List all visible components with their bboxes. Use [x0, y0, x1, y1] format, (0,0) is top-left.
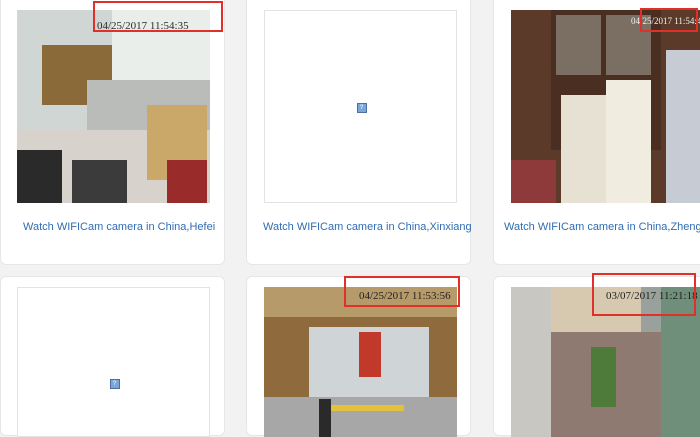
camera-card-hefei[interactable]: 04/25/2017 11:54:35 Watch WIFICam camera… [0, 0, 225, 265]
camera-card[interactable]: ? [0, 276, 225, 437]
wall [511, 287, 551, 437]
camera-link-hefei[interactable]: Watch WIFICam camera in China,Hefei [23, 221, 215, 233]
person [319, 399, 331, 437]
camera-link-zhengzhou[interactable]: Watch WIFICam camera in China,Zhengzhou [504, 221, 700, 233]
bookcase-glass [556, 15, 601, 75]
office-cabinet [17, 150, 62, 203]
shop-sign [359, 332, 381, 377]
timestamp-highlight [93, 1, 223, 32]
yellow-floor-marking [324, 405, 404, 411]
camera-card-xinxiang[interactable]: ? Watch WIFICam camera in China,Xinxiang [246, 0, 472, 265]
camera-thumbnail[interactable]: ? [264, 10, 457, 203]
camera-card-zhengzhou[interactable]: 04/25/2017 11:54:42 Watch WIFICam camera… [493, 0, 700, 265]
camera-thumbnail[interactable]: 04/25/2017 11:54:35 [17, 10, 210, 203]
camera-link-xinxiang[interactable]: Watch WIFICam camera in China,Xinxiang [263, 221, 472, 233]
floor [264, 397, 457, 437]
timestamp-highlight [344, 276, 460, 307]
plant [591, 347, 616, 407]
camera-thumbnail[interactable]: 04/25/2017 11:53:56 [264, 287, 457, 437]
camera-thumbnail[interactable]: ? [17, 287, 210, 437]
timestamp-highlight [592, 273, 696, 316]
window-light [666, 50, 700, 203]
camera-thumbnail[interactable]: 04/25/2017 11:54:42 [511, 10, 700, 203]
timestamp-highlight [640, 8, 698, 32]
office-chair [167, 160, 207, 203]
red-chair [511, 160, 556, 203]
book-stack [606, 80, 651, 203]
broken-image-icon: ? [109, 379, 120, 389]
broken-image-icon: ? [356, 102, 367, 113]
camera-grid: 04/25/2017 11:54:35 Watch WIFICam camera… [0, 0, 700, 437]
office-machine [72, 160, 127, 203]
